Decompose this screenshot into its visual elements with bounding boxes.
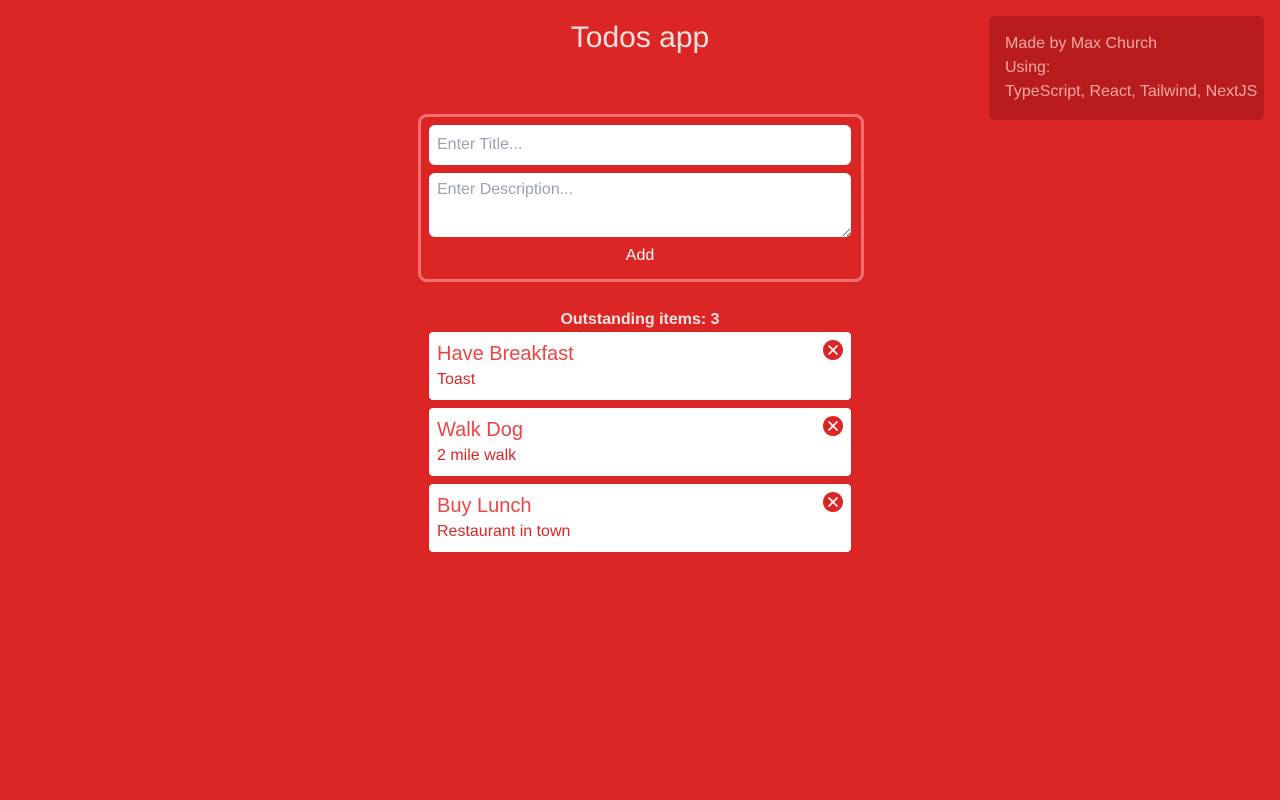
delete-todo-button[interactable] <box>822 339 844 361</box>
todo-item: Walk Dog 2 mile walk <box>429 408 851 476</box>
delete-todo-button[interactable] <box>822 415 844 437</box>
todo-description: 2 mile walk <box>437 447 517 464</box>
credits-using-label: Using: <box>1005 59 1051 76</box>
credits-tech-stack: TypeScript, React, Tailwind, NextJS <box>1005 83 1258 100</box>
todo-description: Restaurant in town <box>437 523 571 540</box>
x-circle-icon <box>823 492 843 512</box>
todo-title: Buy Lunch <box>437 495 532 517</box>
delete-todo-button[interactable] <box>822 491 844 513</box>
todo-title: Have Breakfast <box>437 343 574 365</box>
x-circle-icon <box>823 340 843 360</box>
title-input[interactable] <box>429 125 851 165</box>
credits-panel: Made by Max Church Using: TypeScript, Re… <box>989 16 1264 120</box>
add-todo-form: Add <box>418 114 864 282</box>
todo-item: Have Breakfast Toast <box>429 332 851 400</box>
description-input[interactable] <box>429 173 851 237</box>
todo-title: Walk Dog <box>437 419 523 441</box>
todo-description: Toast <box>437 371 476 388</box>
x-circle-icon <box>823 416 843 436</box>
outstanding-count: Outstanding items: 3 <box>560 311 720 328</box>
todo-list: Have Breakfast Toast Walk Dog 2 mile wal… <box>429 332 851 560</box>
credits-author: Made by Max Church <box>1005 35 1158 52</box>
add-button[interactable]: Add <box>429 245 851 267</box>
todo-item: Buy Lunch Restaurant in town <box>429 484 851 552</box>
